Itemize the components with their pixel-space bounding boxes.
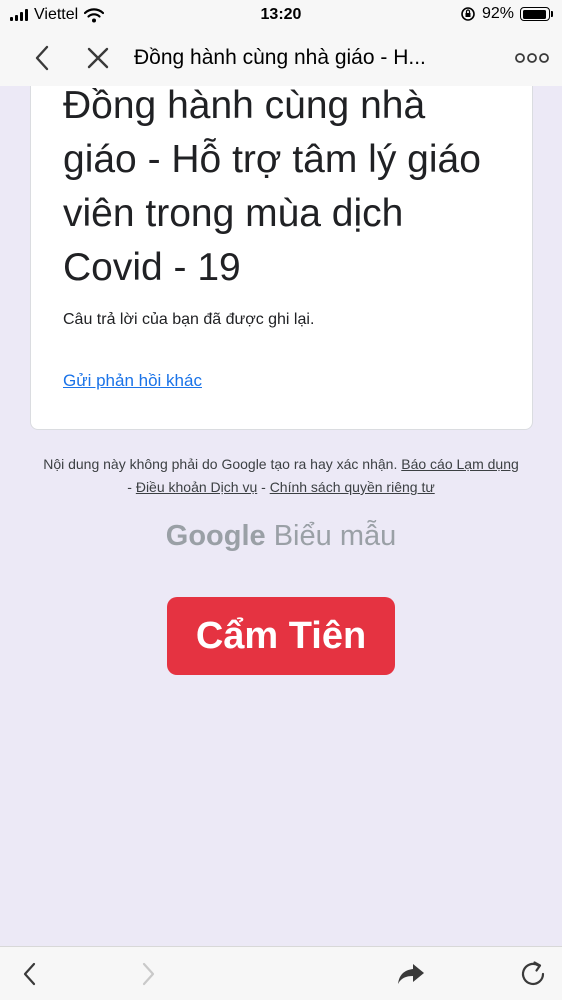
reload-icon	[521, 961, 545, 986]
battery-percent: 92%	[481, 5, 514, 22]
more-icon	[515, 53, 549, 63]
disclaimer-text: Nội dung này không phải do Google tạo ra…	[43, 456, 398, 472]
separator: -	[257, 479, 270, 495]
separator: -	[127, 479, 136, 495]
privacy-policy-link[interactable]: Chính sách quyền riêng tư	[270, 479, 435, 495]
google-wordmark: Google	[165, 520, 266, 552]
bottom-toolbar	[0, 946, 562, 1000]
toolbar-forward-button[interactable]	[132, 957, 166, 991]
close-button[interactable]	[76, 36, 120, 80]
chevron-right-icon	[142, 962, 155, 986]
chevron-left-icon	[35, 45, 49, 71]
web-content: Đồng hành cùng nhà giáo - Hỗ trợ tâm lý …	[0, 86, 562, 946]
battery-fill	[522, 9, 546, 19]
reload-button[interactable]	[516, 957, 550, 991]
orientation-lock-icon	[461, 7, 475, 21]
confirmation-message: Câu trả lời của bạn đã được ghi lại.	[63, 311, 315, 328]
share-arrow-icon	[398, 964, 424, 984]
form-title: Đồng hành cùng nhà giáo - Hỗ trợ tâm lý …	[63, 86, 481, 289]
more-button[interactable]	[510, 36, 554, 80]
back-button[interactable]	[20, 36, 64, 80]
share-button[interactable]	[394, 957, 428, 991]
status-right: 92%	[460, 5, 553, 23]
google-forms-logo[interactable]: Google Biểu mẫu	[0, 520, 562, 553]
submit-another-response-link[interactable]: Gửi phản hồi khác	[63, 371, 202, 391]
nav-bar: Đồng hành cùng nhà giáo - H...	[0, 30, 562, 86]
terms-of-service-link[interactable]: Điều khoản Dịch vụ	[136, 479, 257, 495]
page-title: Đồng hành cùng nhà giáo - H...	[134, 46, 426, 69]
toolbar-back-button[interactable]	[12, 957, 46, 991]
close-icon	[87, 47, 109, 69]
battery-icon	[520, 7, 553, 21]
forms-wordmark: Biểu mẫu	[273, 520, 397, 552]
chevron-left-icon	[23, 962, 36, 986]
report-abuse-link[interactable]: Báo cáo Lạm dụng	[401, 456, 519, 472]
name-badge: Cẩm Tiên	[167, 597, 395, 675]
response-card: Đồng hành cùng nhà giáo - Hỗ trợ tâm lý …	[30, 86, 533, 430]
status-bar: Viettel 13:20 92%	[0, 0, 562, 30]
disclaimer: Nội dung này không phải do Google tạo ra…	[40, 453, 522, 499]
